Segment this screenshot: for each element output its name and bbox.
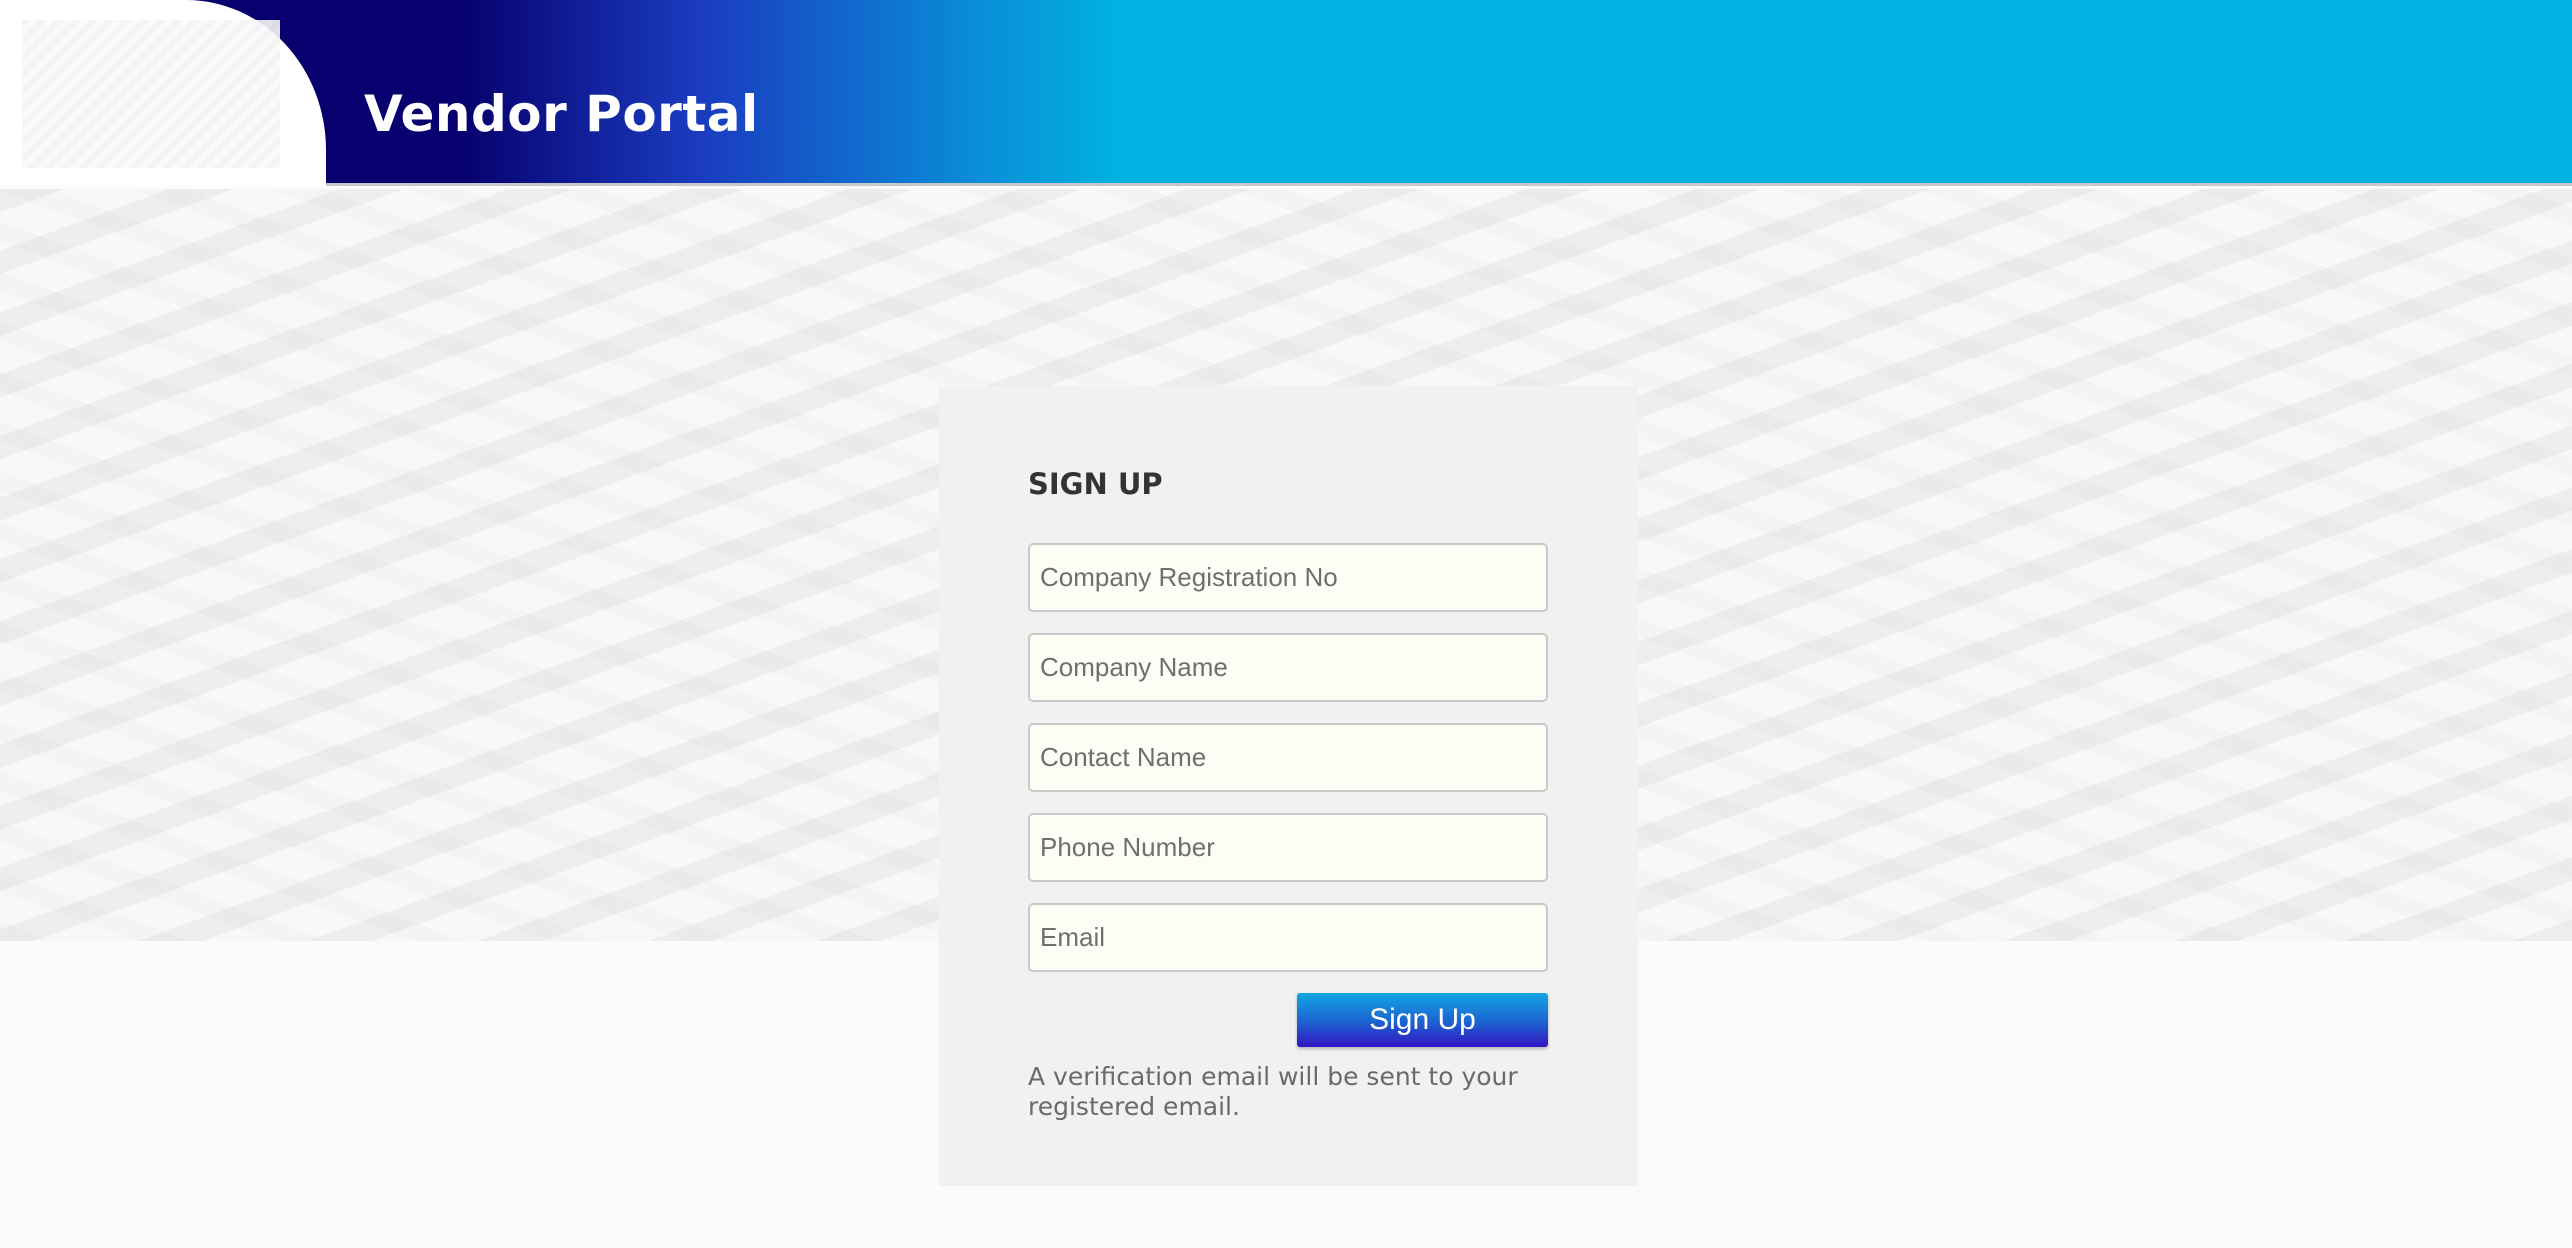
app-title: Vendor Portal	[364, 85, 759, 143]
logo-image	[22, 20, 280, 168]
header-bar: Vendor Portal	[0, 0, 2572, 186]
email-input[interactable]	[1028, 903, 1548, 972]
signup-card: SIGN UP Sign Up A verification email wil…	[939, 386, 1638, 1186]
signup-title: SIGN UP	[1028, 467, 1163, 501]
company-name-input[interactable]	[1028, 633, 1548, 702]
phone-number-input[interactable]	[1028, 813, 1548, 882]
verification-note: A verification email will be sent to you…	[1028, 1062, 1518, 1121]
company-registration-no-input[interactable]	[1028, 543, 1548, 612]
sign-up-button[interactable]: Sign Up	[1297, 993, 1548, 1047]
logo-area	[0, 0, 326, 186]
contact-name-input[interactable]	[1028, 723, 1548, 792]
